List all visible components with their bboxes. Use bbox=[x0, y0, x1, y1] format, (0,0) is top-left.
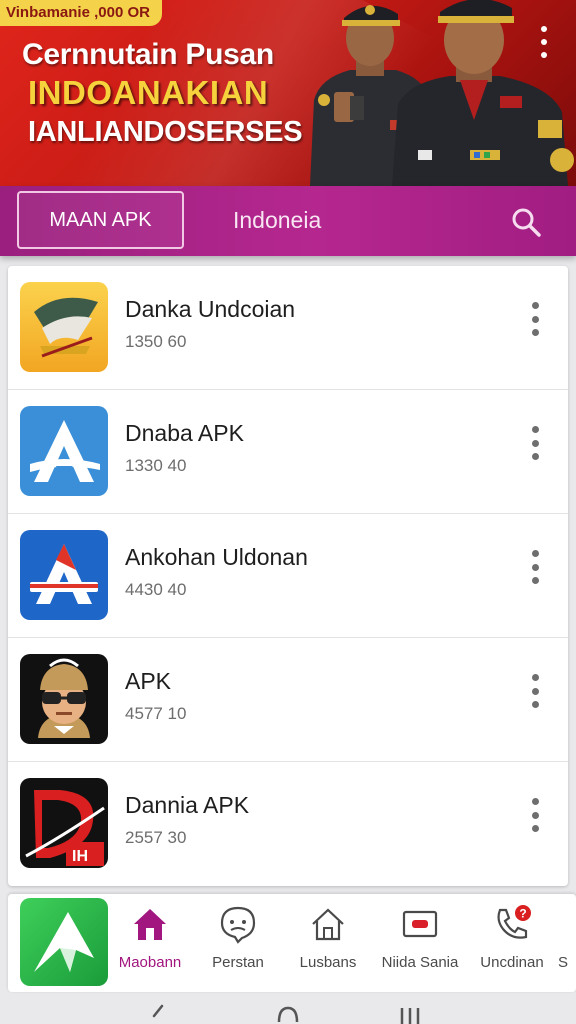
recents-icon[interactable] bbox=[398, 1004, 422, 1024]
nav-label: Lusbans bbox=[299, 954, 357, 971]
list-item[interactable]: Danka Undcoian 1350 60 bbox=[8, 266, 568, 390]
phone-icon: ? bbox=[497, 905, 531, 939]
face-icon bbox=[220, 906, 256, 944]
more-options-icon[interactable] bbox=[524, 798, 546, 832]
nav-label: Niida Sania bbox=[381, 954, 459, 971]
banner-badge: Vinbamanie ,000 OR bbox=[0, 0, 162, 26]
home-icon bbox=[134, 909, 166, 940]
system-navigation-bar bbox=[0, 994, 576, 1024]
banner-title-line2: INDOANAKIAN bbox=[28, 74, 269, 111]
nav-label: Perstan bbox=[212, 954, 264, 971]
card-icon bbox=[402, 910, 438, 938]
banner-title-line3: IANLIANDOSERSES bbox=[28, 116, 303, 148]
app-meta: 4577 10 bbox=[125, 704, 187, 723]
list-item[interactable]: IH Dannia APK 2557 30 bbox=[8, 762, 568, 886]
letter-a-blue-icon bbox=[20, 406, 108, 496]
gold-emblem-icon bbox=[20, 282, 108, 372]
app-meta: 1330 40 bbox=[125, 456, 187, 475]
app-meta: 4430 40 bbox=[125, 580, 187, 599]
more-options-icon[interactable] bbox=[524, 674, 546, 708]
app-name: Dnaba APK bbox=[125, 420, 244, 446]
app-screen: Vinbamanie ,000 OR Cernnutain Pusan INDO… bbox=[0, 0, 576, 1024]
nav-more-cut[interactable]: S bbox=[558, 904, 576, 984]
app-name: Dannia APK bbox=[125, 792, 250, 818]
toolbar: MAAN APK Indoneia bbox=[0, 186, 576, 256]
list-item[interactable]: APK 4577 10 bbox=[8, 638, 568, 762]
nav-label: Maobann bbox=[118, 954, 182, 971]
list-item[interactable]: Ankohan Uldonan 4430 40 bbox=[8, 514, 568, 638]
more-options-icon[interactable] bbox=[524, 302, 546, 336]
nav-uncdinan[interactable]: ? Uncdinan bbox=[466, 904, 558, 984]
home-button-icon[interactable] bbox=[276, 1004, 300, 1024]
nav-niida-sania[interactable]: Niida Sania bbox=[374, 904, 466, 984]
bottom-navigation: Maobann Perstan Lusbans Niida Sania ? Un… bbox=[8, 894, 576, 992]
main-apk-button[interactable]: MAAN APK bbox=[17, 191, 184, 249]
app-name: Danka Undcoian bbox=[125, 296, 296, 322]
more-options-icon[interactable] bbox=[524, 550, 546, 584]
app-name: APK bbox=[125, 668, 172, 694]
nav-label: S bbox=[558, 954, 569, 971]
house-outline-icon bbox=[312, 908, 344, 941]
app-meta: 1350 60 bbox=[125, 332, 187, 351]
cartoon-face-icon bbox=[20, 654, 108, 744]
banner-title-line1: Cernnutain Pusan bbox=[22, 38, 274, 71]
search-icon[interactable] bbox=[506, 202, 546, 242]
nav-label: Uncdinan bbox=[480, 954, 544, 971]
letter-a-red-blue-icon bbox=[20, 530, 108, 620]
list-item[interactable]: Dnaba APK 1330 40 bbox=[8, 390, 568, 514]
phone-badge: ? bbox=[519, 907, 526, 921]
promo-banner[interactable]: Vinbamanie ,000 OR Cernnutain Pusan INDO… bbox=[0, 0, 576, 186]
app-meta: 2557 30 bbox=[125, 828, 187, 847]
app-name: Ankohan Uldonan bbox=[125, 544, 308, 570]
overflow-menu-icon[interactable] bbox=[532, 26, 556, 58]
back-icon[interactable] bbox=[148, 1004, 168, 1024]
svg-text:IH: IH bbox=[72, 848, 88, 865]
more-options-icon[interactable] bbox=[524, 426, 546, 460]
country-label[interactable]: Indoneia bbox=[233, 207, 321, 234]
nav-home[interactable]: Maobann bbox=[104, 904, 196, 984]
nav-lusbans[interactable]: Lusbans bbox=[282, 904, 374, 984]
nav-perstan[interactable]: Perstan bbox=[192, 904, 284, 984]
app-logo-icon[interactable] bbox=[20, 898, 108, 986]
red-swoosh-icon: IH bbox=[20, 778, 108, 868]
app-list: Danka Undcoian 1350 60 Dnaba APK 1330 40 bbox=[8, 266, 568, 886]
